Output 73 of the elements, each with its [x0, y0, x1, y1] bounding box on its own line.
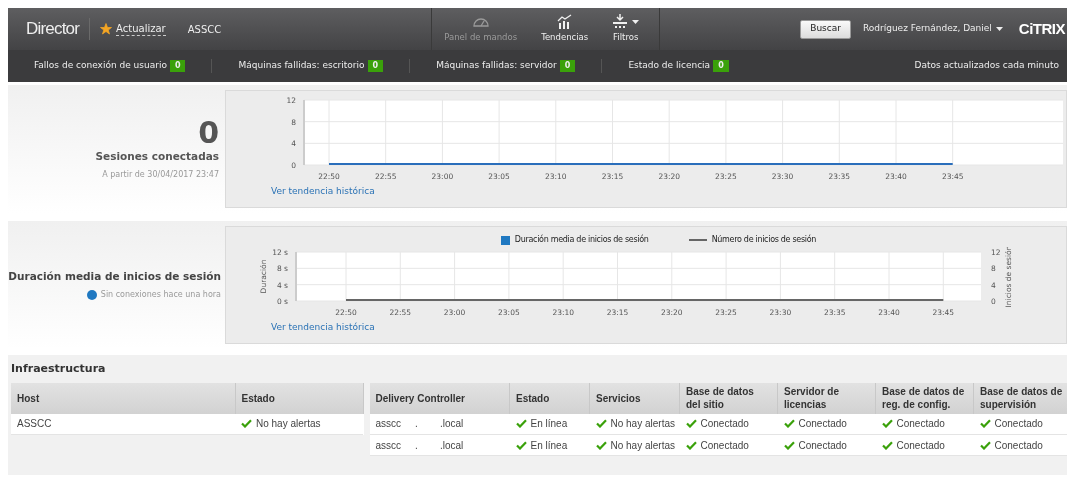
- star-icon[interactable]: [100, 23, 113, 35]
- legend-label: Número de inicios de sesión: [711, 234, 817, 246]
- check-icon: [881, 440, 893, 450]
- column-header[interactable]: Servidor de licencias: [777, 382, 876, 414]
- metric-title: Duración media de inicios de sesión: [8, 269, 221, 285]
- caret-icon: [995, 27, 1003, 31]
- cell-text: Conectado: [700, 417, 749, 432]
- cell-text: asscc . .local: [375, 438, 464, 453]
- check-icon: [515, 419, 527, 429]
- alert-label[interactable]: Fallos de conexión de usuario: [34, 59, 167, 73]
- cell-text: En línea: [530, 438, 568, 453]
- alert-label[interactable]: Máquinas fallidas: servidor: [436, 59, 557, 73]
- column-header[interactable]: Estado: [509, 382, 590, 414]
- column-header[interactable]: Host: [11, 382, 235, 414]
- refresh-note: Datos actualizados cada minuto: [914, 59, 1059, 73]
- legend-swatch: [500, 235, 510, 245]
- search-button[interactable]: Buscar: [800, 19, 851, 39]
- logo: CiTRIX: [1018, 18, 1065, 39]
- session-count: 0: [198, 117, 219, 150]
- cell-text: Conectado: [798, 438, 847, 453]
- filter-icon: [612, 14, 629, 30]
- nav-tab[interactable]: Tendencias: [529, 8, 601, 50]
- check-icon: [241, 419, 252, 429]
- cell-text: Conectado: [896, 417, 945, 432]
- column-header[interactable]: Base de datos del sitio: [679, 382, 778, 414]
- check-icon: [685, 419, 697, 429]
- cell-text: En línea: [530, 417, 568, 432]
- nav-tab[interactable]: Filtros: [600, 8, 652, 50]
- check-icon: [979, 419, 991, 429]
- column-header[interactable]: Base de datos de supervisión: [973, 382, 1067, 414]
- section-title: Infraestructura: [11, 361, 107, 377]
- check-icon: [515, 440, 527, 450]
- cell-text: ASSCC: [17, 417, 52, 432]
- cell-text: asscc . .local: [375, 417, 464, 432]
- cell-text: No hay alertas: [610, 417, 675, 432]
- metric-subtitle: Sin conexiones hace una hora: [100, 288, 221, 301]
- count-badge: 0: [169, 60, 186, 72]
- cell-text: Conectado: [896, 438, 945, 453]
- check-icon: [783, 440, 795, 450]
- cell-text: Conectado: [994, 417, 1043, 432]
- count-badge: 0: [559, 60, 576, 72]
- metric-title: Sesiones conectadas: [95, 149, 219, 165]
- history-link[interactable]: Ver tendencia histórica: [271, 321, 1066, 335]
- user-menu[interactable]: Rodríguez Fernández, Daniel: [862, 22, 1003, 36]
- check-icon: [881, 419, 893, 429]
- favorite-link[interactable]: Actualizar: [116, 22, 166, 36]
- site-name: ASSCC: [187, 22, 222, 37]
- cell-text: No hay alertas: [610, 438, 675, 453]
- check-icon: [595, 419, 607, 429]
- column-header[interactable]: Servicios: [589, 382, 680, 414]
- cell-text: Conectado: [798, 417, 847, 432]
- check-icon: [979, 440, 991, 450]
- column-header[interactable]: Delivery Controller: [369, 382, 510, 414]
- column-header[interactable]: Estado: [235, 382, 363, 414]
- history-link[interactable]: Ver tendencia histórica: [271, 185, 1066, 199]
- cell-text: No hay alertas: [256, 417, 321, 432]
- cell-text: Conectado: [994, 438, 1043, 453]
- metric-subtitle: A partir de 30/04/2017 23:47: [102, 168, 219, 181]
- column-header[interactable]: Base de datos de reg. de config.: [875, 382, 974, 414]
- legend-label: Duración media de inicios de sesión: [514, 234, 649, 246]
- bar-chart-icon: [556, 14, 573, 30]
- cell-text: Conectado: [700, 438, 749, 453]
- check-icon: [783, 419, 795, 429]
- app-title: Director: [26, 18, 80, 41]
- alert-label[interactable]: Estado de licencia: [628, 59, 711, 73]
- caret-icon: [632, 19, 640, 24]
- check-icon: [685, 440, 697, 450]
- count-badge: 0: [367, 60, 384, 72]
- legend-line: [688, 239, 707, 241]
- info-icon: [86, 289, 97, 300]
- count-badge: 0: [713, 60, 729, 72]
- check-icon: [595, 440, 607, 450]
- alert-label[interactable]: Máquinas fallidas: escritorio: [238, 59, 365, 73]
